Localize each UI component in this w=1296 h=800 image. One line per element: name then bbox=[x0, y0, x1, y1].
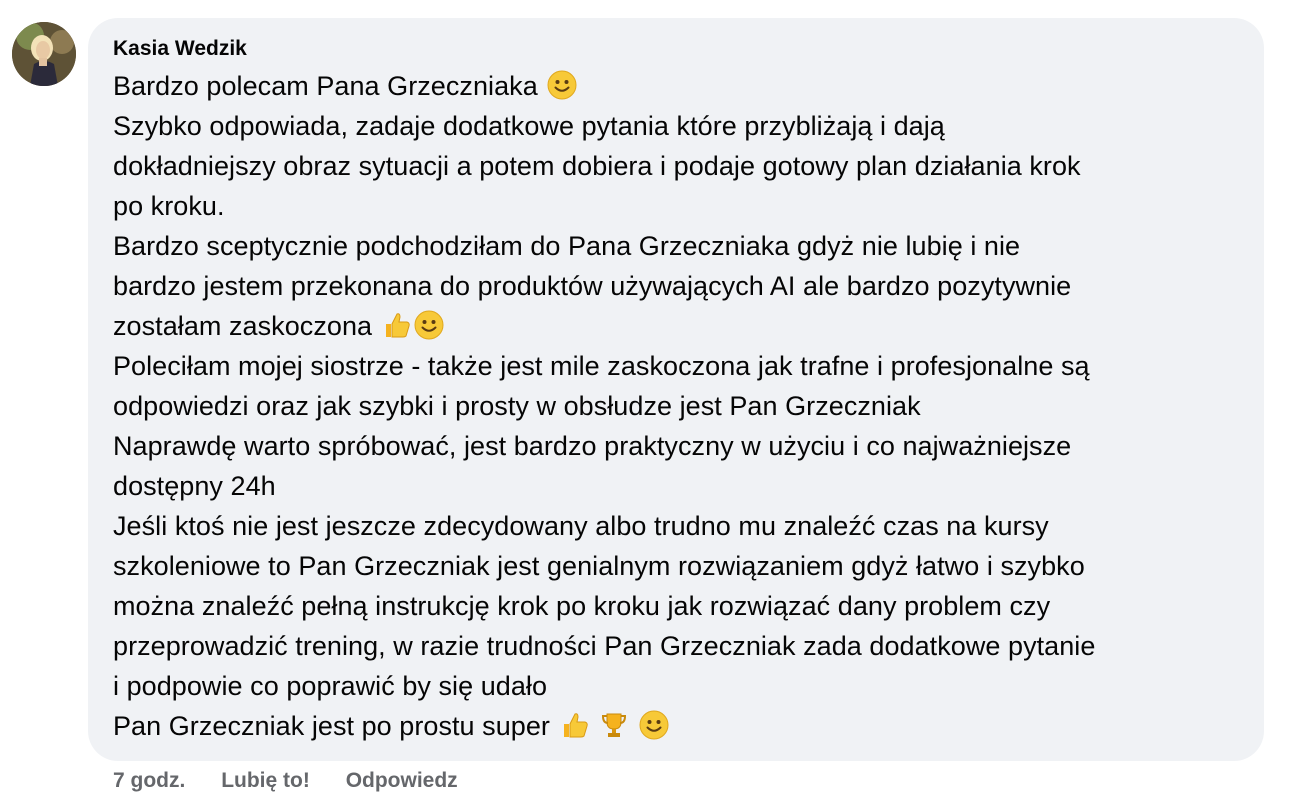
comment: Kasia Wedzik Bardzo polecam Pana Grzeczn… bbox=[0, 0, 1296, 800]
comment-author[interactable]: Kasia Wedzik bbox=[113, 36, 1240, 62]
smiling-face-icon bbox=[547, 70, 577, 100]
trophy-icon bbox=[602, 713, 627, 737]
comment-line: dokładniejszy obraz sytuacji a potem dob… bbox=[113, 151, 1081, 181]
comment-timestamp[interactable]: 7 godz. bbox=[113, 766, 185, 796]
smiling-face-icon bbox=[414, 310, 444, 340]
thumbs-up-icon bbox=[385, 313, 410, 338]
comment-line: Pan Grzeczniak jest po prostu super bbox=[113, 706, 1240, 746]
comment-line: Poleciłam mojej siostrze - także jest mi… bbox=[113, 351, 1090, 381]
like-button[interactable]: Lubię to! bbox=[221, 766, 310, 796]
reply-button[interactable]: Odpowiedz bbox=[346, 766, 458, 796]
comment-line: szkoleniowe to Pan Grzeczniak jest genia… bbox=[113, 551, 1085, 581]
comment-actions: 7 godz. Lubię to! Odpowiedz bbox=[113, 766, 488, 796]
avatar[interactable] bbox=[12, 22, 76, 86]
smiling-face-icon bbox=[639, 710, 669, 740]
comment-text: Bardzo polecam Pana Grzeczniaka Szybko o… bbox=[113, 66, 1240, 746]
comment-line: bardzo jestem przekonana do produktów uż… bbox=[113, 271, 1072, 301]
comment-line: odpowiedzi oraz jak szybki i prosty w ob… bbox=[113, 391, 921, 421]
comment-line: Szybko odpowiada, zadaje dodatkowe pytan… bbox=[113, 111, 945, 141]
thumbs-up-icon bbox=[563, 713, 588, 738]
comment-line: przeprowadzić trening, w razie trudności… bbox=[113, 631, 1096, 661]
comment-line: Naprawdę warto spróbować, jest bardzo pr… bbox=[113, 431, 1072, 461]
comment-line: można znaleźć pełną instrukcję krok po k… bbox=[113, 591, 1051, 621]
comment-line: Jeśli ktoś nie jest jeszcze zdecydowany … bbox=[113, 511, 1049, 541]
comment-bubble: Kasia Wedzik Bardzo polecam Pana Grzeczn… bbox=[88, 18, 1264, 761]
comment-line: po kroku. bbox=[113, 191, 225, 221]
profile-photo-icon bbox=[12, 22, 76, 86]
comment-line: dostępny 24h bbox=[113, 471, 276, 501]
comment-line: Bardzo polecam Pana Grzeczniaka bbox=[113, 66, 1240, 106]
comment-line: zostałam zaskoczona bbox=[113, 306, 1240, 346]
comment-line: i podpowie co poprawić by się udało bbox=[113, 671, 548, 701]
comment-line: Bardzo sceptycznie podchodziłam do Pana … bbox=[113, 231, 1021, 261]
